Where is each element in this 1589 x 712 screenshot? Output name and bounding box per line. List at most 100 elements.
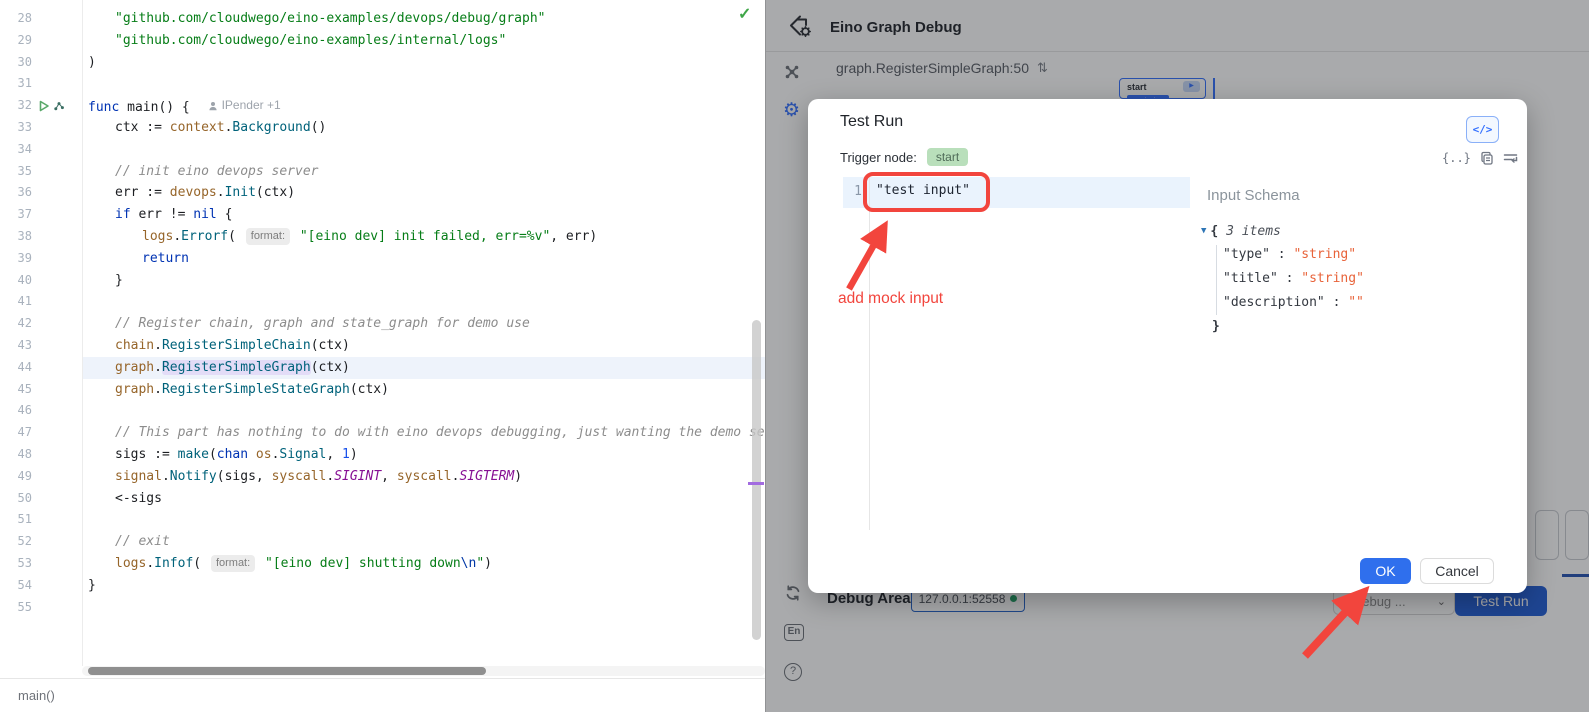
gutter-icons (32, 422, 82, 444)
code-line: 42// Register chain, graph and state_gra… (0, 313, 765, 335)
line-number: 33 (0, 117, 32, 139)
gutter-icons (32, 291, 82, 313)
annotation-text: add mock input (838, 290, 943, 308)
code-line: 41 (0, 291, 765, 313)
trigger-node-label: Trigger node: (840, 150, 917, 165)
code-line: 33ctx := context.Background() (0, 117, 765, 139)
line-number: 28 (0, 8, 32, 30)
line-number: 46 (0, 400, 32, 422)
app-window: 28"github.com/cloudwego/eino-examples/de… (0, 0, 1589, 712)
line-number: 34 (0, 139, 32, 161)
gutter-icons (32, 226, 82, 248)
horizontal-scrollbar[interactable] (88, 667, 486, 675)
line-number: 47 (0, 422, 32, 444)
gutter-icons (32, 335, 82, 357)
gutter-icons (32, 8, 82, 30)
scrollbar-marker (748, 482, 764, 485)
code-line: 39return (0, 248, 765, 270)
breadcrumb-item-main[interactable]: main() (18, 688, 55, 703)
cancel-button[interactable]: Cancel (1420, 558, 1494, 584)
trigger-node-row: Trigger node: start (840, 148, 968, 166)
vertical-scrollbar[interactable] (752, 320, 761, 640)
code-line: 43chain.RegisterSimpleChain(ctx) (0, 335, 765, 357)
braces-icon[interactable]: {..} (1442, 151, 1471, 165)
schema-root-row[interactable]: ▼{ 3 items (1201, 219, 1364, 243)
gutter-icons (32, 466, 82, 488)
code-line: 32func main() { IPender +1 (0, 95, 765, 117)
editor-toolbar: {..} (1442, 151, 1518, 165)
code-line: 51 (0, 509, 765, 531)
code-line: 40} (0, 270, 765, 292)
code-scroll-area[interactable]: 28"github.com/cloudwego/eino-examples/de… (0, 0, 765, 666)
gutter-icons (32, 95, 82, 117)
gutter-separator (82, 0, 83, 666)
code-editor: 28"github.com/cloudwego/eino-examples/de… (0, 0, 765, 712)
annotation-highlight-box (863, 172, 990, 212)
line-number: 53 (0, 553, 32, 575)
line-number: 51 (0, 509, 32, 531)
gutter-icons (32, 313, 82, 335)
line-number: 36 (0, 182, 32, 204)
caret-down-icon[interactable]: ▼ (1201, 226, 1206, 236)
code-line: 35// init eino devops server (0, 161, 765, 183)
gutter-icons (32, 117, 82, 139)
line-number: 55 (0, 597, 32, 619)
gutter-icons (32, 553, 82, 575)
code-line: 30) (0, 52, 765, 74)
code-line: 38logs.Errorf( format: "[eino dev] init … (0, 226, 765, 248)
line-number: 50 (0, 488, 32, 510)
breadcrumb-bar: main() (0, 678, 765, 712)
gutter-icons (32, 531, 82, 553)
code-line: 34 (0, 139, 765, 161)
line-number: 37 (0, 204, 32, 226)
gutter-icons (32, 379, 82, 401)
code-line: 44graph.RegisterSimpleGraph(ctx) (0, 357, 765, 379)
gutter-icons (32, 270, 82, 292)
gutter-icons (32, 182, 82, 204)
run-icon[interactable] (38, 100, 50, 112)
schema-field-row: "description" : "" (1201, 291, 1364, 315)
line-number: 43 (0, 335, 32, 357)
modal-gutter-line (869, 177, 870, 530)
line-number: 30 (0, 52, 32, 74)
code-line: 28"github.com/cloudwego/eino-examples/de… (0, 8, 765, 30)
code-line: 36err := devops.Init(ctx) (0, 182, 765, 204)
schema-field-row: "type" : "string" (1201, 243, 1364, 267)
line-number: 42 (0, 313, 32, 335)
code-line: 31 (0, 73, 765, 95)
code-line: 37if err != nil { (0, 204, 765, 226)
code-line: 46 (0, 400, 765, 422)
line-number: 38 (0, 226, 32, 248)
gutter-icons (32, 575, 82, 597)
line-number: 49 (0, 466, 32, 488)
gutter-icons (32, 597, 82, 619)
schema-close-row: } (1201, 315, 1364, 339)
ok-button[interactable]: OK (1360, 558, 1411, 584)
gutter-icons (32, 52, 82, 74)
code-line: 48sigs := make(chan os.Signal, 1) (0, 444, 765, 466)
modal-line-number: 1 (846, 184, 862, 199)
modal-title: Test Run (840, 113, 903, 131)
gutter-icons (32, 248, 82, 270)
line-number: 32 (0, 95, 32, 117)
code-line: 49signal.Notify(sigs, syscall.SIGINT, sy… (0, 466, 765, 488)
wrap-lines-icon[interactable] (1503, 152, 1518, 165)
gutter-icons (32, 444, 82, 466)
schema-field-row: "title" : "string" (1201, 267, 1364, 291)
line-number: 40 (0, 270, 32, 292)
code-line: 54} (0, 575, 765, 597)
code-view-toggle-button[interactable]: </> (1466, 116, 1499, 143)
code-line: 52// exit (0, 531, 765, 553)
code-lines: 28"github.com/cloudwego/eino-examples/de… (0, 8, 765, 618)
profiler-icon[interactable] (53, 100, 65, 112)
code-line: 50<-sigs (0, 488, 765, 510)
input-schema-heading: Input Schema (1207, 187, 1300, 204)
line-number: 48 (0, 444, 32, 466)
copy-icon[interactable] (1480, 151, 1494, 165)
line-number: 39 (0, 248, 32, 270)
trigger-node-chip: start (927, 148, 968, 166)
line-number: 45 (0, 379, 32, 401)
line-number: 52 (0, 531, 32, 553)
code-line: 53logs.Infof( format: "[eino dev] shutti… (0, 553, 765, 575)
inspection-check-icon[interactable]: ✓ (738, 4, 751, 24)
